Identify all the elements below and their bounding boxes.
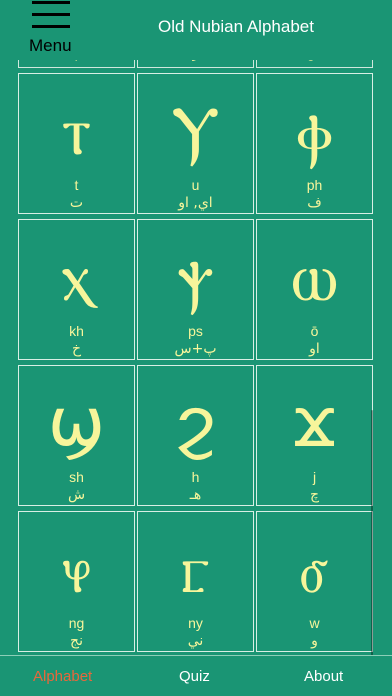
- letter-glyph: Ⲩ: [171, 92, 220, 171]
- arabic-equivalent: چ: [309, 487, 320, 503]
- letter-glyph: ⳟ: [181, 530, 210, 609]
- latin-transliteration: ng: [68, 615, 85, 631]
- latin-transliteration: ō: [310, 323, 319, 339]
- letter-cell[interactable]: ⲱ ō او: [256, 219, 373, 360]
- latin-transliteration: w: [309, 615, 320, 631]
- latin-transliteration: u: [191, 177, 200, 193]
- partial-letter-row: پ ر س: [0, 60, 392, 70]
- letter-glyph: ⲭ: [60, 238, 93, 317]
- letter-cell[interactable]: ⲫ ph ف: [256, 73, 373, 214]
- partial-letter-cell[interactable]: پ: [18, 60, 135, 68]
- latin-transliteration: ps: [188, 323, 203, 339]
- app-title: Old Nubian Alphabet: [158, 17, 314, 36]
- letter-cell[interactable]: ϩ h هـ: [137, 365, 254, 506]
- latin-transliteration: ny: [188, 615, 203, 631]
- arabic-equivalent: خ: [71, 341, 82, 357]
- letter-glyph: ϩ: [174, 384, 217, 463]
- arabic-equivalent: ر: [193, 60, 199, 61]
- hamburger-menu-icon[interactable]: [32, 0, 70, 32]
- latin-transliteration: t: [74, 177, 79, 193]
- tab-about[interactable]: About: [304, 668, 343, 685]
- letter-glyph: ϣ: [48, 384, 105, 463]
- letter-glyph: ⲱ: [291, 238, 338, 317]
- arabic-equivalent: ف: [307, 195, 322, 211]
- latin-transliteration: kh: [69, 323, 84, 339]
- letter-glyph: ⲧ: [61, 92, 92, 171]
- arabic-equivalent: پ+س: [174, 341, 217, 357]
- partial-letter-cell[interactable]: ر: [137, 60, 254, 68]
- letter-cell[interactable]: ⳡ ng نج: [18, 511, 135, 652]
- letter-glyph: ϫ: [293, 384, 336, 463]
- letter-cell[interactable]: ϣ sh ش: [18, 365, 135, 506]
- latin-transliteration: h: [191, 469, 200, 485]
- arabic-equivalent: نج: [70, 633, 83, 649]
- letter-glyph: ⲫ: [296, 92, 333, 171]
- letter-glyph: ⲯ: [177, 238, 214, 317]
- letter-cell[interactable]: Ⲩ u اي, او: [137, 73, 254, 214]
- latin-transliteration: ph: [306, 177, 323, 193]
- scrollbar[interactable]: [371, 410, 373, 655]
- letter-glyph: ⳡ: [62, 530, 91, 609]
- letter-cell[interactable]: ⲧ t ت: [18, 73, 135, 214]
- arabic-equivalent: ني: [187, 633, 204, 649]
- arabic-equivalent: س: [307, 60, 322, 61]
- tab-quiz[interactable]: Quiz: [179, 668, 210, 685]
- arabic-equivalent: ت: [69, 195, 84, 211]
- arabic-equivalent: ش: [67, 487, 86, 503]
- letter-cell[interactable]: ⳝ w و: [256, 511, 373, 652]
- letter-glyph: ⳝ: [300, 530, 329, 609]
- tab-alphabet[interactable]: Alphabet: [33, 668, 92, 685]
- arabic-equivalent: هـ: [189, 487, 202, 503]
- alphabet-grid[interactable]: پ ر س ⲧ t ت Ⲩ u اي, او ⲫ ph ف ⲭ kh خ ⲯ p…: [0, 60, 392, 655]
- arabic-equivalent: و: [311, 633, 318, 649]
- arabic-equivalent: او: [309, 341, 320, 357]
- menu-label[interactable]: Menu: [29, 36, 72, 56]
- arabic-equivalent: اي, او: [178, 195, 213, 211]
- latin-transliteration: sh: [69, 469, 84, 485]
- tab-bar: Alphabet Quiz About: [0, 655, 392, 696]
- letter-cell[interactable]: ϫ j چ: [256, 365, 373, 506]
- partial-letter-cell[interactable]: س: [256, 60, 373, 68]
- top-bar: Menu Old Nubian Alphabet: [0, 0, 392, 60]
- arabic-equivalent: پ: [71, 60, 82, 61]
- letter-cell[interactable]: ⲯ ps پ+س: [137, 219, 254, 360]
- letter-cell[interactable]: ⲭ kh خ: [18, 219, 135, 360]
- latin-transliteration: j: [312, 469, 317, 485]
- letter-cell[interactable]: ⳟ ny ني: [137, 511, 254, 652]
- menu-button[interactable]: Menu: [28, 0, 80, 56]
